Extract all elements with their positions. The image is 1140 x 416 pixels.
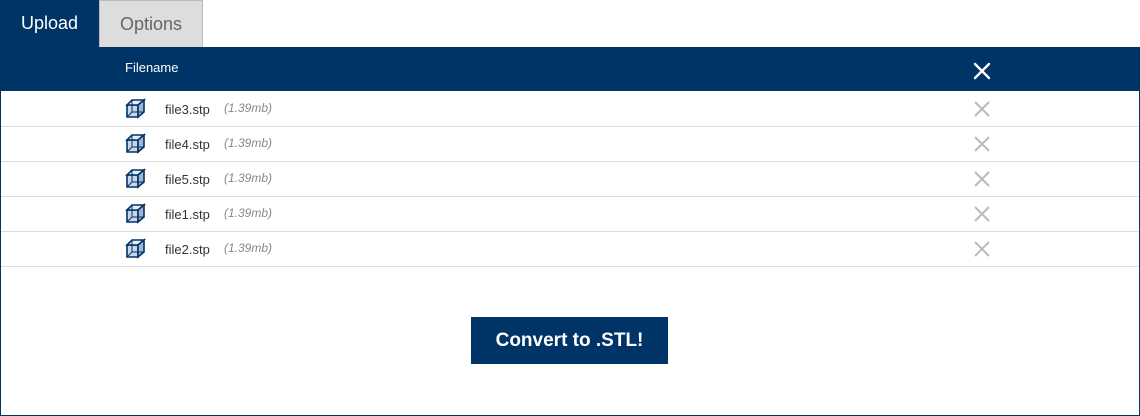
- file-row: file1.stp (1.39mb): [1, 197, 1139, 232]
- file-list: file3.stp (1.39mb) file4.stp (1.39mb) fi…: [1, 92, 1139, 267]
- cube-icon: [125, 238, 146, 259]
- file-size: (1.39mb): [224, 241, 273, 255]
- remove-file-icon[interactable]: [973, 170, 991, 188]
- file-row: file2.stp (1.39mb): [1, 232, 1139, 267]
- file-name: file5.stp: [165, 172, 210, 187]
- cube-icon: [125, 133, 146, 154]
- remove-file-icon[interactable]: [973, 100, 991, 118]
- tab-bar: Upload Options: [0, 0, 1140, 47]
- converter-app: Upload Options Filename file3.stp (1.39m…: [0, 0, 1140, 416]
- tab-options[interactable]: Options: [99, 0, 203, 47]
- cube-icon: [125, 168, 146, 189]
- file-name: file2.stp: [165, 242, 210, 257]
- file-size: (1.39mb): [224, 206, 273, 220]
- cube-icon: [125, 98, 146, 119]
- file-table-header: Filename: [1, 47, 1139, 91]
- file-row: file5.stp (1.39mb): [1, 162, 1139, 197]
- filename-column-header: Filename: [125, 60, 179, 75]
- cube-icon: [125, 203, 146, 224]
- tab-upload[interactable]: Upload: [0, 0, 99, 47]
- file-size: (1.39mb): [224, 101, 273, 115]
- remove-file-icon[interactable]: [973, 135, 991, 153]
- file-name: file1.stp: [165, 207, 210, 222]
- remove-file-icon[interactable]: [973, 240, 991, 258]
- file-size: (1.39mb): [224, 136, 273, 150]
- remove-file-icon[interactable]: [973, 205, 991, 223]
- file-row: file4.stp (1.39mb): [1, 127, 1139, 162]
- file-name: file4.stp: [165, 137, 210, 152]
- file-size: (1.39mb): [224, 171, 273, 185]
- file-name: file3.stp: [165, 102, 210, 117]
- convert-to-stl-button[interactable]: Convert to .STL!: [471, 317, 668, 364]
- clear-all-close-icon[interactable]: [971, 60, 993, 82]
- upload-panel: Filename file3.stp (1.39mb) file4.stp (1…: [0, 47, 1140, 416]
- file-row: file3.stp (1.39mb): [1, 92, 1139, 127]
